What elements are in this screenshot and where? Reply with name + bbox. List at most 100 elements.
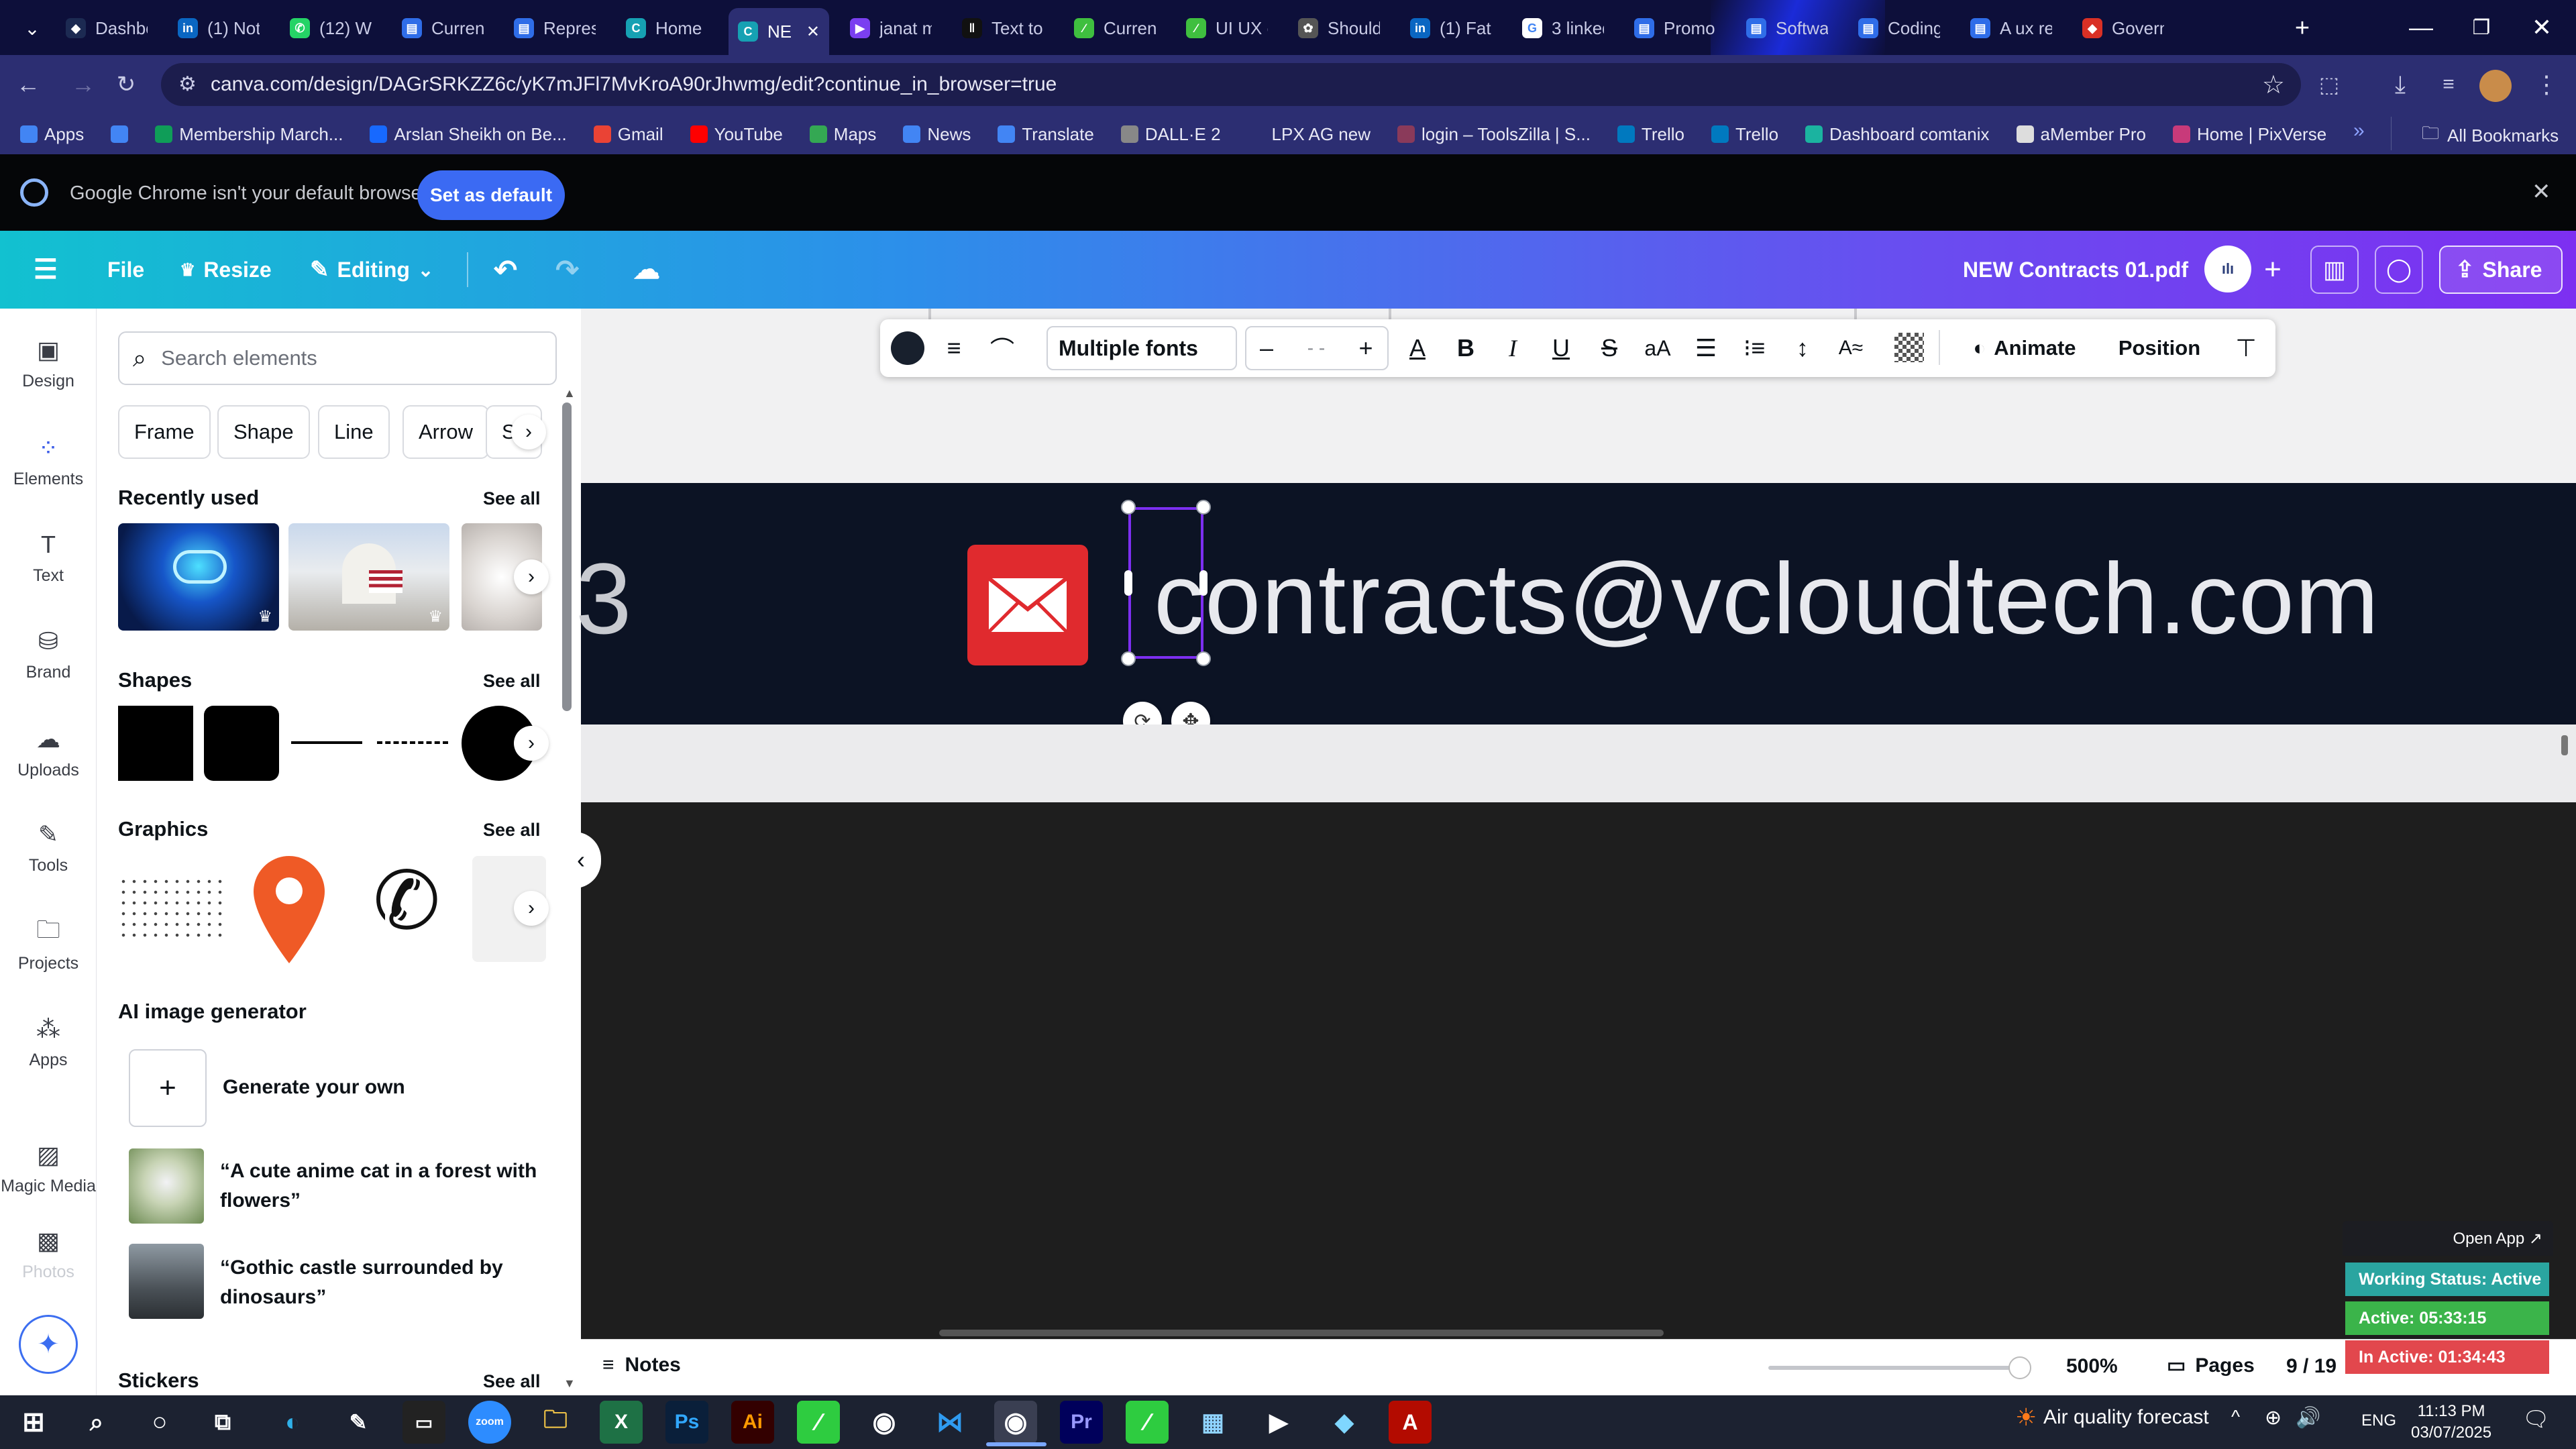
bookmark-item[interactable]: login – ToolsZilla | S... — [1397, 124, 1591, 145]
text-color-icon[interactable]: A — [1398, 319, 1437, 377]
network-icon[interactable]: ⊕ — [2265, 1406, 2282, 1430]
rail-item-brand[interactable]: ⛁ Brand — [0, 627, 97, 682]
browser-tab[interactable]: ▶ janat m — [841, 8, 941, 48]
task-view-icon[interactable]: ⧉ — [201, 1401, 244, 1444]
edge-icon[interactable]: ◐ — [271, 1401, 314, 1444]
media-control-icon[interactable]: ≡ — [2431, 67, 2466, 102]
extensions-icon[interactable]: ⬚ — [2312, 67, 2347, 102]
system-clock[interactable]: 11:13 PM 03/07/2025 — [2411, 1401, 2491, 1444]
location-pin-graphic[interactable] — [254, 856, 325, 963]
rail-item-design[interactable]: ▣ Design — [0, 335, 97, 391]
rail-item-magic-media[interactable]: ▨ Magic Media — [0, 1140, 97, 1196]
scroll-up-icon[interactable]: ▲ — [564, 386, 576, 400]
solid-line-shape[interactable] — [291, 741, 362, 744]
bookmark-item[interactable]: Dashboard comtanix — [1805, 124, 1990, 145]
browser-tab[interactable]: G 3 linked — [1513, 8, 1613, 48]
acrobat-icon[interactable]: A — [1389, 1401, 1432, 1444]
browser-tab[interactable]: ▤ Current — [392, 8, 493, 48]
generate-your-own-link[interactable]: Generate your own — [223, 1076, 405, 1099]
terminal-icon[interactable]: ▭ — [402, 1401, 445, 1444]
spacing-icon[interactable]: ↕ — [1783, 319, 1822, 377]
resize-handle-tr[interactable] — [1196, 500, 1211, 515]
rail-item-uploads[interactable]: ☁ Uploads — [0, 724, 97, 780]
pages-button[interactable]: ▭ Pages — [2167, 1354, 2255, 1377]
resize-handle-left[interactable] — [1124, 570, 1132, 596]
magic-assistant-button[interactable]: ✦ — [19, 1315, 78, 1374]
illustrator-icon[interactable]: Ai — [731, 1401, 774, 1444]
chrome-icon[interactable]: ◉ — [863, 1401, 906, 1444]
volume-icon[interactable]: 🔊 — [2296, 1406, 2320, 1430]
browser-tab[interactable]: ✆ (12) Wh — [280, 8, 381, 48]
shapes-see-all-link[interactable]: See all — [483, 671, 541, 692]
bookmark-item[interactable]: Home | PixVerse — [2173, 124, 2326, 145]
browser-tab[interactable]: C Home — [616, 8, 717, 48]
close-infobar-icon[interactable]: ✕ — [2532, 178, 2551, 205]
tray-overflow-icon[interactable]: ^ — [2231, 1406, 2240, 1428]
bookmark-item[interactable]: YouTube — [690, 124, 783, 145]
cloud-graphic-thumbnail[interactable]: ♛ — [118, 523, 279, 631]
zoom-slider-handle[interactable] — [2008, 1356, 2031, 1379]
strikethrough-icon[interactable]: S — [1590, 319, 1629, 377]
new-tab-button[interactable]: + — [2284, 9, 2321, 47]
comment-icon[interactable]: ◯ — [2375, 246, 2423, 294]
square-shape[interactable] — [118, 706, 193, 781]
add-collaborator-icon[interactable]: + — [2249, 246, 2297, 294]
recent-next-arrow-icon[interactable]: › — [514, 559, 549, 594]
rounded-square-shape[interactable] — [204, 706, 279, 781]
partial-text[interactable]: 3 — [576, 541, 631, 657]
team-avatar[interactable]: ılı — [2204, 246, 2251, 292]
zoom-slider-track[interactable] — [1768, 1366, 2023, 1370]
browser-tab[interactable]: ▤ Coding — [1849, 8, 1949, 48]
graphics-next-arrow-icon[interactable]: › — [514, 891, 549, 926]
cortana-icon[interactable]: ○ — [138, 1401, 181, 1444]
bookmark-star-icon[interactable]: ☆ — [2262, 70, 2285, 100]
line-weight-icon[interactable]: ≡ — [934, 319, 974, 377]
panel-scrollbar[interactable] — [562, 402, 572, 711]
rail-item-photos[interactable]: ▩ Photos — [0, 1226, 97, 1282]
gothic-castle-thumbnail[interactable] — [129, 1244, 204, 1319]
chips-next-arrow-icon[interactable]: › — [511, 415, 546, 449]
redo-icon[interactable]: ↷ — [555, 248, 579, 291]
photoshop-icon[interactable]: Ps — [665, 1401, 708, 1444]
bookmark-item[interactable]: Gmail — [593, 124, 663, 145]
rail-item-tools[interactable]: ✎ Tools — [0, 820, 97, 875]
search-input[interactable]: ⌕ Search elements — [118, 331, 557, 385]
search-icon[interactable]: ⌕ — [75, 1401, 118, 1444]
chrome-active-icon[interactable]: ◉ — [994, 1401, 1037, 1444]
curve-icon[interactable]: ⌒ — [982, 319, 1022, 377]
browser-tab[interactable]: in (1) Fati — [1401, 8, 1501, 48]
letter-case-icon[interactable]: aA — [1638, 319, 1677, 377]
browser-tab[interactable]: in (1) Not — [168, 8, 269, 48]
browser-tab[interactable]: ▤ Softwa — [1737, 8, 1837, 48]
bookmark-item[interactable]: LPX AG new — [1247, 124, 1371, 145]
bold-icon[interactable]: B — [1446, 319, 1485, 377]
document-title[interactable]: NEW Contracts 01.pdf — [1963, 248, 2188, 291]
font-size-increase-button[interactable]: + — [1346, 319, 1386, 377]
browser-tab[interactable]: ∕ Current — [1065, 8, 1165, 48]
all-bookmarks-button[interactable]: 🗀 All Bookmarks — [2422, 121, 2559, 150]
notes-button[interactable]: ≡ Notes — [602, 1354, 681, 1377]
resize-handle-tl[interactable] — [1121, 500, 1136, 515]
reload-icon[interactable]: ↻ — [109, 67, 144, 102]
browser-tab[interactable]: C NE ✕ — [729, 8, 829, 55]
media-player-icon[interactable]: ▶ — [1257, 1401, 1300, 1444]
anime-cat-thumbnail[interactable] — [129, 1148, 204, 1224]
animate-button[interactable]: ◐ Animate — [1964, 319, 2085, 377]
bookmark-item[interactable]: Maps — [809, 124, 876, 145]
capitol-building-thumbnail[interactable]: ♛ — [288, 523, 449, 631]
chrome-menu-icon[interactable]: ⋮ — [2529, 67, 2564, 102]
shapes-next-arrow-icon[interactable]: › — [514, 726, 549, 761]
filter-chip[interactable]: Shape — [217, 405, 310, 459]
graphics-see-all-link[interactable]: See all — [483, 820, 541, 841]
mail-icon[interactable] — [967, 545, 1088, 665]
stickers-see-all-link[interactable]: See all — [483, 1371, 541, 1392]
browser-tab[interactable]: ▤ A ux re — [1961, 8, 2061, 48]
share-button[interactable]: ⇪ Share — [2439, 246, 2563, 294]
undo-icon[interactable]: ↶ — [494, 248, 517, 291]
list-icon[interactable]: ⁝≡ — [1735, 319, 1774, 377]
rail-item-apps[interactable]: ⁂ Apps — [0, 1014, 97, 1070]
canvas-vertical-scroll[interactable] — [2561, 735, 2568, 755]
dot-grid-graphic[interactable] — [118, 876, 228, 941]
italic-icon[interactable]: I — [1493, 319, 1532, 377]
editing-mode-dropdown[interactable]: ✎ Editing ⌄ — [310, 248, 433, 291]
